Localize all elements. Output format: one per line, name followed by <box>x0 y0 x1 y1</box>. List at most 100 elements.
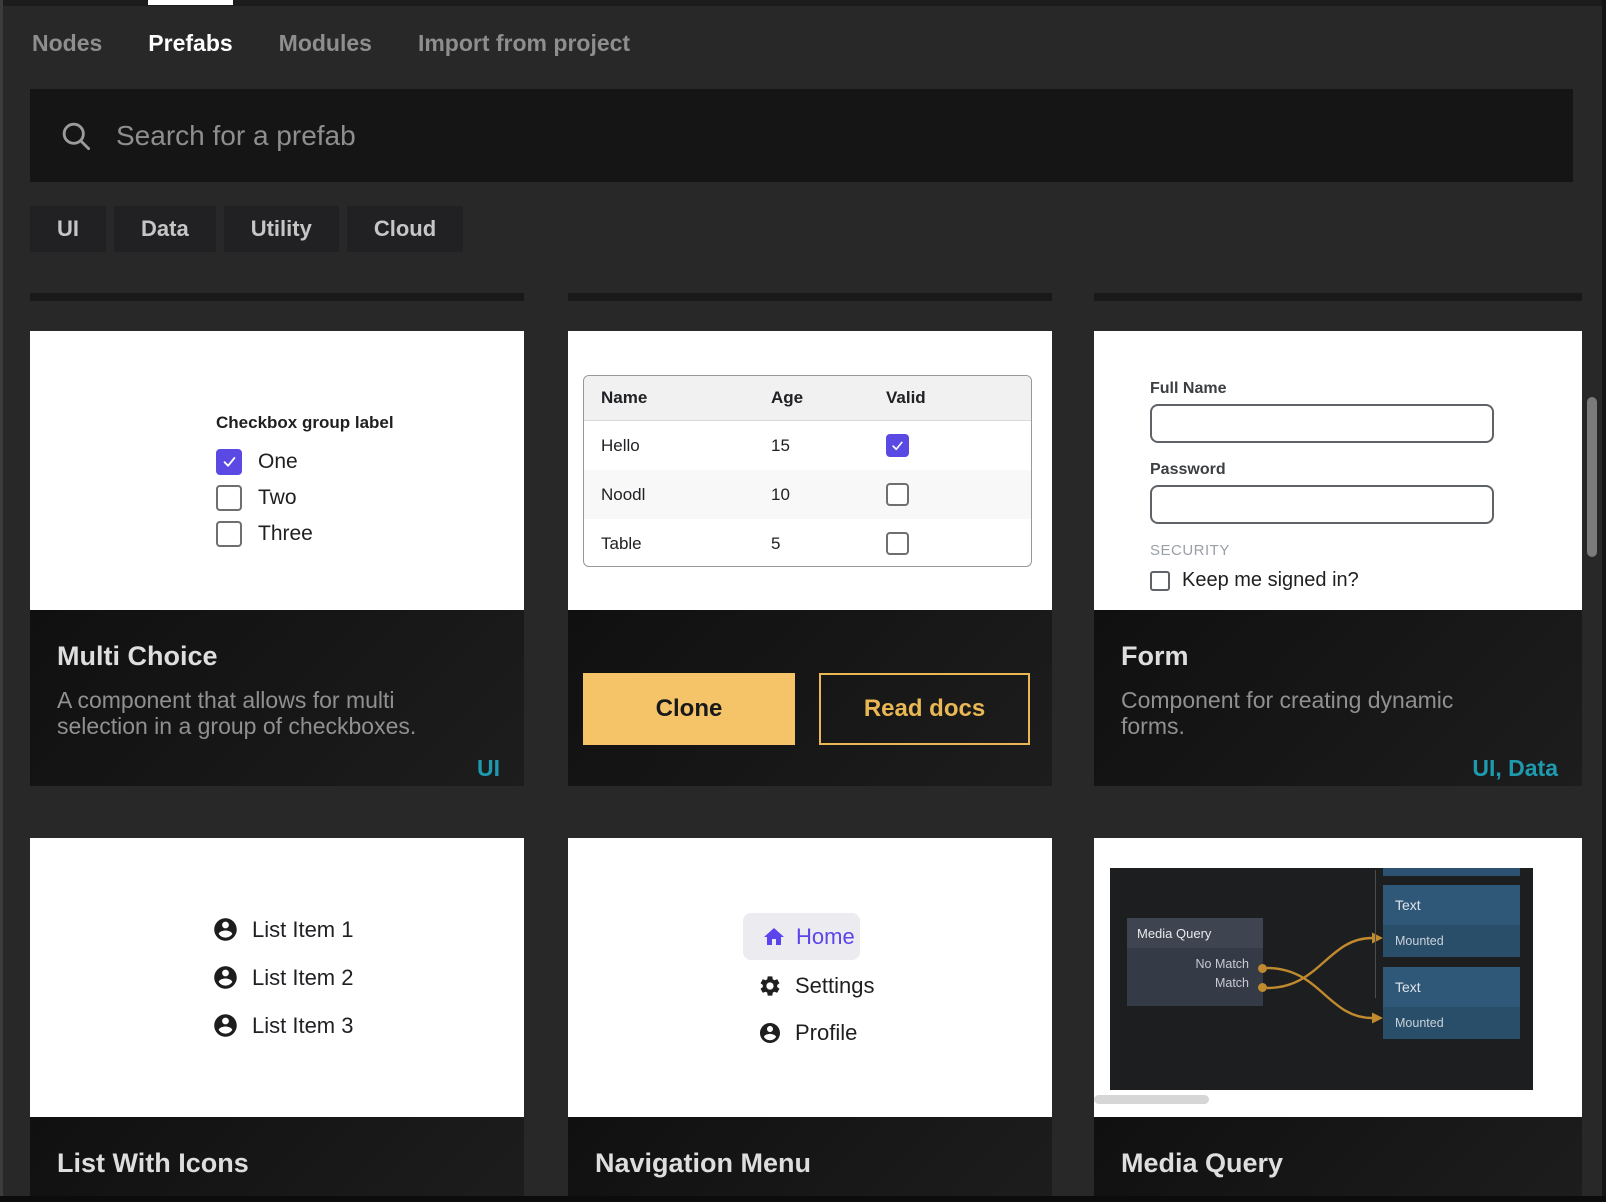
table-row: Table 5 <box>584 519 1031 567</box>
node-output-label: No Match <box>1196 957 1250 971</box>
home-icon <box>762 925 786 949</box>
search-input[interactable] <box>94 89 1573 182</box>
tab-bar: Nodes Prefabs Modules Import from projec… <box>32 30 630 57</box>
prefab-preview: List Item 1 List Item 2 List Item 3 <box>30 838 524 1117</box>
filter-bar: UI Data Utility Cloud <box>30 206 463 252</box>
form-checkbox-label: Keep me signed in? <box>1182 569 1359 592</box>
form-text-input <box>1150 404 1494 443</box>
checkbox-unchecked-icon <box>886 483 909 506</box>
table-cell: Noodl <box>601 485 771 505</box>
prefab-description: Component for creating dynamic forms. <box>1121 688 1516 739</box>
nav-item-settings: Settings <box>758 973 875 998</box>
table-cell: 5 <box>771 534 886 554</box>
hierarchy-line <box>1375 870 1376 998</box>
prefab-description: A component that allows for multi select… <box>57 688 452 739</box>
prefab-card-info: Media Query A component that listens to … <box>1094 1117 1582 1202</box>
prefab-preview: Home Settings Profile <box>568 838 1052 1117</box>
person-circle-icon <box>212 916 239 943</box>
list-item: List Item 2 <box>212 964 353 991</box>
list-item-label: List Item 1 <box>252 917 353 943</box>
text-node-partial <box>1383 868 1520 876</box>
prefab-title: Navigation Menu <box>595 1148 1052 1179</box>
prefab-preview: Full Name Password SECURITY Keep me sign… <box>1094 331 1582 610</box>
nav-item-home: Home <box>743 913 860 960</box>
checkbox-option: Two <box>216 484 394 511</box>
node-output-label: Match <box>1215 976 1249 990</box>
person-circle-icon <box>758 1021 782 1045</box>
clone-button[interactable]: Clone <box>583 673 795 745</box>
table-cell: 15 <box>771 436 886 456</box>
filter-utility[interactable]: Utility <box>224 206 339 252</box>
checkbox-group-label: Checkbox group label <box>216 413 394 433</box>
prefab-card-info: Navigation Menu Component for navigating… <box>568 1117 1052 1202</box>
list-item: List Item 3 <box>212 1012 353 1039</box>
search-icon <box>58 118 94 154</box>
table-preview: Name Age Valid Hello 15 Noodl 10 <box>583 375 1032 567</box>
prefab-card-info: Multi Choice A component that allows for… <box>30 610 524 786</box>
node-graph-preview: Media Query No Match Match Text Mounted … <box>1110 868 1533 1090</box>
prefab-card-media-query[interactable]: Media Query No Match Match Text Mounted … <box>1094 838 1582 1202</box>
text-node: Text Mounted <box>1383 885 1520 957</box>
table-cell: 10 <box>771 485 886 505</box>
checkbox-unchecked-icon <box>886 532 909 555</box>
tab-prefabs[interactable]: Prefabs <box>148 30 232 57</box>
vertical-scrollbar-thumb[interactable] <box>1587 397 1597 557</box>
tab-import-from-project[interactable]: Import from project <box>418 30 630 57</box>
checkbox-unchecked-icon <box>1150 571 1170 591</box>
checkbox-option-label: Three <box>258 522 313 546</box>
media-query-node: Media Query No Match Match <box>1127 918 1263 1006</box>
checkbox-option: One <box>216 448 394 475</box>
tab-nodes[interactable]: Nodes <box>32 30 102 57</box>
node-title: Text <box>1383 967 1520 1007</box>
output-port-dot <box>1258 964 1267 973</box>
prefab-library-panel: Nodes Prefabs Modules Import from projec… <box>0 0 1606 1202</box>
checkbox-option-label: One <box>258 450 298 474</box>
prefab-card-info: List With Icons A list component with ic… <box>30 1117 524 1202</box>
panel-right-edge <box>1602 0 1606 1202</box>
prefab-card-multi-choice[interactable]: Checkbox group label One Two Three M <box>30 331 524 786</box>
read-docs-button[interactable]: Read docs <box>819 673 1030 745</box>
scrolled-card-strip <box>30 293 524 301</box>
prefab-tags: UI, Data <box>1472 755 1558 782</box>
table-cell: Hello <box>601 436 771 456</box>
gear-icon <box>758 974 782 998</box>
prefab-card-list-with-icons[interactable]: List Item 1 List Item 2 List Item 3 List… <box>30 838 524 1202</box>
node-title: Media Query <box>1127 918 1263 948</box>
list-item: List Item 1 <box>212 916 353 943</box>
prefab-card-form[interactable]: Full Name Password SECURITY Keep me sign… <box>1094 331 1582 786</box>
tab-modules[interactable]: Modules <box>279 30 372 57</box>
prefab-title: Media Query <box>1121 1148 1582 1179</box>
filter-ui[interactable]: UI <box>30 206 106 252</box>
checkbox-unchecked-icon <box>216 485 242 511</box>
checkbox-unchecked-icon <box>216 521 242 547</box>
filter-data[interactable]: Data <box>114 206 216 252</box>
list-item-label: List Item 2 <box>252 965 353 991</box>
form-section-label: SECURITY <box>1150 542 1494 559</box>
filter-cloud[interactable]: Cloud <box>347 206 463 252</box>
nav-item-label: Profile <box>795 1020 857 1046</box>
table-column-header: Age <box>771 388 886 408</box>
panel-left-edge <box>0 0 3 1202</box>
form-text-input <box>1150 485 1494 524</box>
table-column-header: Valid <box>886 388 1031 408</box>
prefab-card-navigation-menu[interactable]: Home Settings Profile Navigation Menu Co… <box>568 838 1052 1202</box>
prefab-preview: Checkbox group label One Two Three <box>30 331 524 610</box>
table-cell: Table <box>601 534 771 554</box>
form-field-label: Full Name <box>1150 380 1494 398</box>
preview-horizontal-scrollbar <box>1094 1095 1209 1104</box>
output-port-dot <box>1258 983 1267 992</box>
prefab-title: List With Icons <box>57 1148 524 1179</box>
search-bar <box>30 89 1573 182</box>
node-title: Text <box>1383 885 1520 925</box>
nav-item-profile: Profile <box>758 1020 857 1045</box>
node-input-label: Mounted <box>1383 925 1520 957</box>
list-item-label: List Item 3 <box>252 1013 353 1039</box>
table-row: Hello 15 <box>584 421 1031 470</box>
checkbox-checked-icon <box>216 449 242 475</box>
prefab-card-table[interactable]: Name Age Valid Hello 15 Noodl 10 <box>568 331 1052 786</box>
checkbox-checked-icon <box>886 434 909 457</box>
scrolled-card-strip <box>568 293 1052 301</box>
form-field-label: Password <box>1150 461 1494 479</box>
table-row: Noodl 10 <box>584 470 1031 519</box>
top-band <box>0 0 1606 6</box>
